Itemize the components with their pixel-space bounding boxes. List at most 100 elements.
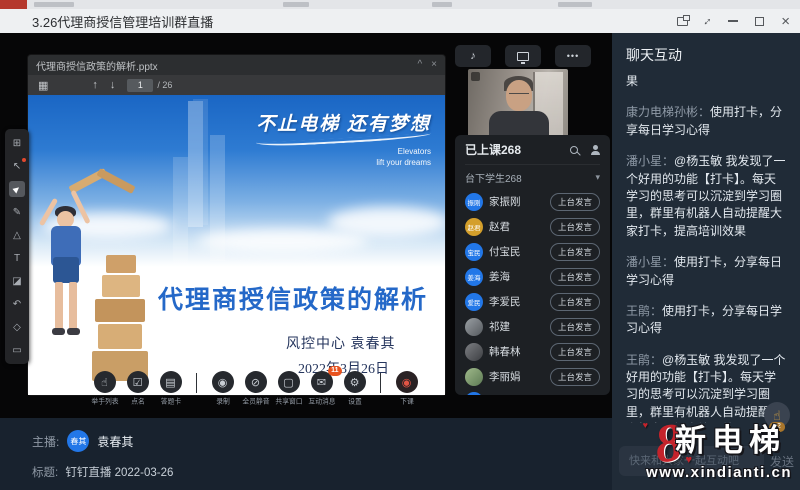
maximize-icon[interactable] — [755, 17, 764, 26]
collapse-icon[interactable]: ^ — [417, 60, 422, 70]
slide-author: 风控中心 袁春其 — [286, 333, 396, 353]
clear-icon[interactable]: ◇ — [9, 319, 25, 335]
mute-all-button[interactable]: ⊘ 全员静音 — [239, 371, 272, 407]
search-icon[interactable] — [570, 146, 578, 154]
interactive-messages-button[interactable]: ✉ 11 互动消息 — [305, 371, 338, 407]
invite-speak-button[interactable]: 上台发言 — [550, 218, 600, 236]
student-name: 家振刚 — [489, 194, 521, 209]
stream-title-label: 标题: — [32, 467, 58, 479]
speaker-icon: ♪ — [470, 50, 476, 62]
background-red-chip — [0, 0, 27, 9]
host-name: 袁春其 — [97, 433, 133, 450]
student-row: 爱民 李爱民 上台发言 — [465, 289, 600, 314]
toolbar-divider — [196, 373, 197, 393]
host-avatar: 春其 — [67, 430, 89, 452]
avatar-photo — [465, 318, 483, 336]
student-name: 姜海 — [489, 269, 510, 284]
strip-mark — [283, 2, 309, 7]
share-window-button[interactable]: ▢ 共享窗口 — [272, 371, 305, 407]
invite-speak-button[interactable]: 上台发言 — [550, 368, 600, 386]
text-icon[interactable]: T — [9, 250, 25, 266]
chat-message: 潘小星：@杨玉敏 我发现了一个好用的功能【打卡】。每天学习的思考可以沉淀到学习圈… — [626, 153, 786, 240]
annotation-toolbar: ⊞ ↖ ► ✎ △ T ◪ ↶ ◇ ▭ — [5, 129, 29, 364]
slide-title: 代理商授信政策的解析 — [158, 280, 428, 316]
like-icon: ☝ — [773, 409, 781, 422]
student-name: 付宝民 — [489, 244, 521, 259]
cloud — [198, 229, 368, 253]
chat-panel-title: 聊天互动 — [612, 33, 800, 71]
next-page-icon[interactable]: ↓ — [110, 79, 116, 91]
stage-controls: ♪ ••• — [455, 45, 591, 67]
fullscreen-icon[interactable]: ↕ — [702, 15, 715, 28]
roll-call-button[interactable]: ☑ 点名 — [121, 371, 154, 407]
camera-status-chip — [471, 72, 480, 81]
eraser-icon[interactable]: ◪ — [9, 273, 25, 289]
chat-input-row: 发送 — [619, 446, 794, 476]
avatar: 姜海 — [465, 268, 483, 286]
ppt-toolbar: ▦ ↑ ↓ 1 / 26 — [28, 75, 445, 95]
end-class-icon: ◉ — [402, 376, 412, 389]
cloud — [328, 207, 445, 237]
avatar-photo — [465, 368, 483, 386]
ppt-header: 代理商授信政策的解析.pptx ^ × — [28, 55, 445, 75]
avatar: 振刚 — [465, 193, 483, 211]
pen-icon[interactable]: ✎ — [9, 204, 25, 220]
invite-speak-button[interactable]: 上台发言 — [550, 193, 600, 211]
avatar: 爱民 — [465, 293, 483, 311]
cursor-icon[interactable]: ► — [9, 181, 25, 197]
tools-icon[interactable]: ▭ — [9, 342, 25, 358]
avatar: 赵君 — [465, 218, 483, 236]
like-button[interactable]: ☝ 12 — [764, 402, 790, 428]
select-icon[interactable]: ⊞ — [9, 135, 25, 151]
laser-pointer-icon[interactable]: ↖ — [9, 158, 25, 174]
host-label: 主播: — [32, 433, 59, 450]
host-info-bar: 主播: 春其 袁春其 标题: 钉钉直播 2022-03-26 — [0, 418, 612, 490]
share-screen-button[interactable] — [505, 45, 541, 67]
chat-message: 康力电梯孙彬：使用打卡，分享每日学习心得 — [626, 104, 786, 139]
add-user-icon[interactable] — [590, 145, 600, 155]
shapes-icon[interactable]: △ — [9, 227, 25, 243]
send-button[interactable]: 发送 — [770, 453, 794, 470]
popout-icon[interactable] — [677, 17, 688, 26]
slide-slogan-block: 不止电梯 还有梦想 Elevators lift your dreams — [256, 109, 431, 169]
message-count-badge: 11 — [328, 366, 341, 376]
record-button[interactable]: ◉ 录制 — [206, 371, 239, 407]
prev-page-icon[interactable]: ↑ — [92, 79, 98, 91]
student-row: 李丽娟 上台发言 — [465, 364, 600, 389]
strip-mark — [34, 2, 74, 7]
more-icon: ••• — [567, 51, 579, 61]
chat-input[interactable] — [619, 446, 764, 476]
settings-button[interactable]: ⚙ 设置 — [338, 371, 371, 407]
invite-speak-button[interactable]: 上台发言 — [550, 243, 600, 261]
end-class-button[interactable]: ◉ 下课 — [390, 371, 423, 407]
presenter-camera-video[interactable] — [468, 69, 568, 141]
invite-speak-button[interactable]: 上台发言 — [550, 318, 600, 336]
more-button[interactable]: ••• — [555, 45, 591, 67]
answer-card-button[interactable]: ▤ 答题卡 — [154, 371, 187, 407]
invite-speak-button[interactable]: 上台发言 — [550, 293, 600, 311]
close-icon[interactable]: × — [781, 14, 790, 29]
invite-speak-button[interactable]: 上台发言 — [550, 268, 600, 286]
student-row: 振刚 家振刚 上台发言 — [465, 189, 600, 214]
invite-speak-button[interactable]: 上台发言 — [550, 343, 600, 361]
slide-panel-icon[interactable]: ▦ — [38, 79, 48, 92]
ppt-close-icon[interactable]: × — [431, 60, 437, 70]
student-row: 姜海 姜海 上台发言 — [465, 264, 600, 289]
undo-icon[interactable]: ↶ — [9, 296, 25, 312]
like-count-badge: 12 — [769, 422, 785, 432]
audio-settings-button[interactable]: ♪ — [455, 45, 491, 67]
presentation-stage: 代理商授信政策的解析.pptx ^ × ▦ ↑ ↓ 1 / 26 — [0, 33, 612, 418]
student-row: 祁建 上台发言 — [465, 314, 600, 339]
minimize-icon[interactable] — [728, 20, 738, 22]
share-screen-icon — [517, 52, 529, 61]
message-icon: ✉ — [317, 376, 326, 389]
student-row: 韩春林 上台发言 — [465, 339, 600, 364]
raise-hand-list-button[interactable]: ☝ 举手列表 — [88, 371, 121, 407]
live-class-window: 3.26代理商授信管理培训群直播 ↕ × 代理商授信政策的解析.pptx ^ ×… — [0, 0, 800, 490]
slide-slogan-en1: Elevators — [256, 147, 431, 158]
strip-mark — [432, 2, 452, 7]
mute-all-icon: ⊘ — [251, 376, 260, 389]
page-number-input[interactable]: 1 — [127, 79, 153, 92]
chevron-down-icon[interactable]: ▾ — [595, 172, 600, 183]
page-total: / 26 — [157, 80, 172, 90]
